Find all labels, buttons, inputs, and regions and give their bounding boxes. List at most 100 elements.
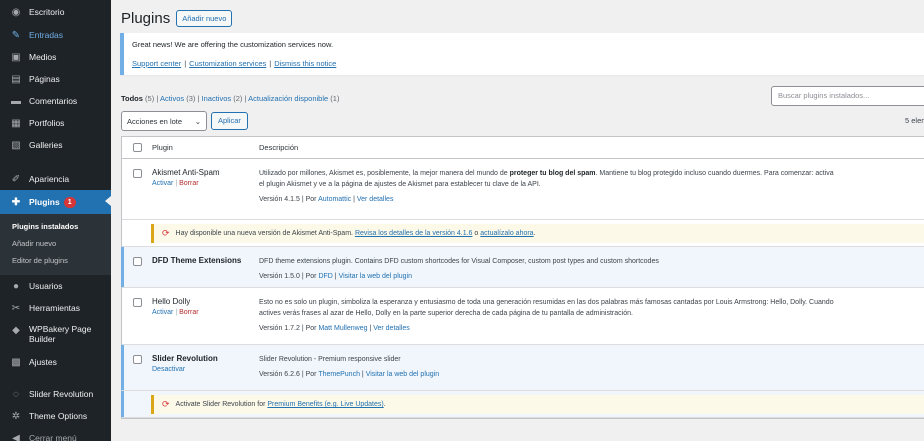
add-new-button[interactable]: Añadir nuevo (176, 9, 233, 27)
row-actions: Activar | Borrar (152, 180, 199, 187)
activate-link[interactable]: Activar (152, 309, 173, 316)
support-center-link[interactable]: Support center (132, 59, 181, 68)
submenu-installed-plugins[interactable]: Plugins instalados (0, 218, 111, 235)
search-input[interactable]: Buscar plugins instalados... (771, 86, 924, 106)
filter-update-count: (1) (330, 94, 340, 103)
filter-update-available[interactable]: Actualización disponible (248, 94, 328, 103)
customization-services-link[interactable]: Customization services (189, 59, 266, 68)
appearance-icon: ✐ (11, 173, 21, 185)
details-link[interactable]: Ver detalles (357, 196, 394, 203)
plugin-meta: Versión 1.5.0 | Por DFD | Visitar la web… (259, 273, 412, 280)
author-link[interactable]: ThemePunch (318, 371, 360, 378)
separator: | (184, 59, 187, 68)
plugins-submenu: Plugins instalados Añadir nuevo Editor d… (0, 214, 111, 275)
menu-settings[interactable]: ▩ Ajustes (0, 351, 111, 373)
update-count-badge: 1 (63, 196, 76, 208)
author-link[interactable]: Matt Mullenweg (318, 325, 367, 332)
plugin-description: Utilizado por millones, Akismet es, posi… (259, 170, 834, 177)
select-all-checkbox[interactable] (130, 143, 144, 152)
filter-all-count: (5) (145, 94, 155, 103)
activate-link[interactable]: Activar (152, 180, 173, 187)
bulk-actions: Acciones en lote ⌄ Aplicar (121, 111, 248, 131)
slider-revolution-icon: ◌ (13, 388, 19, 400)
update-notice-row: ⟳ Activate Slider Revolution for Premium… (121, 391, 924, 418)
portfolio-icon: ▦ (11, 117, 21, 129)
collapse-menu[interactable]: ◀ Cerrar menú (0, 427, 111, 441)
plugin-description: Slider Revolution - Premium responsive s… (259, 356, 401, 363)
wpbakery-icon: ◆ (12, 324, 20, 336)
filter-all[interactable]: Todos (121, 94, 143, 103)
menu-media[interactable]: ▣ Medios (0, 46, 111, 68)
comments-icon: ▬ (11, 95, 21, 107)
row-checkbox[interactable] (130, 288, 144, 344)
menu-comments[interactable]: ▬ Comentarios (0, 90, 111, 112)
plugin-description: DFD theme extensions plugin. Contains DF… (259, 258, 659, 265)
menu-appearance[interactable]: ✐ Apariencia (0, 168, 111, 190)
admin-sidebar: ◉ Escritorio ✎ Entradas ▣ Medios ▤ Páginas ▬… (0, 0, 111, 441)
plugin-description: Esto no es solo un plugin, simboliza la … (259, 299, 834, 306)
author-link[interactable]: Automattic (318, 196, 351, 203)
menu-posts[interactable]: ✎ Entradas (0, 24, 111, 46)
deactivate-link[interactable]: Desactivar (152, 366, 185, 373)
menu-galleries[interactable]: ▧ Galleries (0, 134, 111, 156)
plugin-meta: Versión 1.7.2 | Por Matt Mullenweg | Ver… (259, 325, 410, 332)
delete-link[interactable]: Borrar (179, 309, 198, 316)
menu-dashboard[interactable]: ◉ Escritorio (0, 0, 111, 24)
filter-inactive-count: (2) (233, 94, 243, 103)
details-link[interactable]: Ver detalles (373, 325, 410, 332)
update-now-link[interactable]: actualízalo ahora (480, 230, 533, 237)
page-title: Plugins (121, 9, 171, 27)
update-message: ⟳ Hay disponible una nueva versión de Ak… (151, 224, 924, 243)
submenu-add-new[interactable]: Añadir nuevo (0, 235, 111, 252)
chevron-down-icon: ⌄ (194, 116, 201, 126)
filter-inactive[interactable]: Inactivos (202, 94, 232, 103)
row-actions: Activar | Borrar (152, 309, 199, 316)
row-checkbox[interactable] (130, 345, 144, 390)
gallery-icon: ▧ (11, 139, 21, 151)
row-checkbox[interactable] (130, 159, 144, 219)
plugin-name: DFD Theme Extensions (152, 256, 242, 265)
plugin-meta: Versión 6.2.6 | Por ThemePunch | Visitar… (259, 371, 440, 378)
menu-pages[interactable]: ▤ Páginas (0, 68, 111, 90)
dashboard-icon: ◉ (11, 6, 21, 18)
filter-active-count: (3) (186, 94, 196, 103)
bulk-action-select[interactable]: Acciones en lote ⌄ (121, 111, 207, 131)
plugin-name: Akismet Anti-Spam (152, 168, 220, 177)
column-description: Descripción (259, 143, 299, 152)
apply-button[interactable]: Aplicar (211, 112, 248, 130)
plugin-website-link[interactable]: Visitar la web del plugin (339, 273, 412, 280)
filter-active[interactable]: Activos (160, 94, 184, 103)
plugins-table: Plugin Descripción Akismet Anti-Spam Act… (121, 136, 924, 419)
premium-benefits-link[interactable]: Premium Benefits (e.g. Live Updates) (267, 401, 383, 408)
menu-users[interactable]: ● Usuarios (0, 275, 111, 297)
menu-wpbakery[interactable]: ◆ WPBakery Page Builder (0, 319, 111, 351)
items-count: 5 elementos (905, 116, 924, 125)
view-version-details-link[interactable]: Revisa los detalles de la versión 4.1.6 (355, 230, 473, 237)
row-checkbox[interactable] (130, 247, 144, 287)
page-header: Plugins Añadir nuevo (121, 0, 924, 36)
table-row: Akismet Anti-Spam Activar | Borrar Utili… (122, 159, 924, 220)
notice-text: Great news! We are offering the customiz… (132, 40, 334, 49)
menu-slider-revolution[interactable]: ◌ Slider Revolution (0, 383, 111, 405)
dismiss-notice-link[interactable]: Dismiss this notice (274, 59, 336, 68)
submenu-plugin-editor[interactable]: Editor de plugins (0, 252, 111, 269)
author-link[interactable]: DFD (318, 273, 332, 280)
menu-tools[interactable]: ✂ Herramientas (0, 297, 111, 319)
plugin-name: Hello Dolly (152, 297, 191, 306)
settings-icon: ▩ (11, 356, 21, 368)
delete-link[interactable]: Borrar (179, 180, 198, 187)
pin-icon: ✎ (11, 29, 21, 41)
row-actions: Desactivar (152, 366, 259, 373)
plugin-name: Slider Revolution (152, 354, 218, 363)
table-header: Plugin Descripción (122, 137, 924, 159)
table-row: DFD Theme Extensions DFD theme extension… (121, 247, 924, 288)
menu-portfolios[interactable]: ▦ Portfolios (0, 112, 111, 134)
column-plugin: Plugin (152, 143, 173, 152)
notice-links: Support center | Customization services | Di… (132, 59, 916, 68)
collapse-icon: ◀ (12, 432, 20, 441)
media-icon: ▣ (11, 51, 21, 63)
menu-separator (0, 373, 111, 383)
menu-plugins[interactable]: ✚ Plugins 1 (0, 190, 111, 214)
plugin-website-link[interactable]: Visitar la web del plugin (366, 371, 439, 378)
menu-theme-options[interactable]: ✲ Theme Options (0, 405, 111, 427)
